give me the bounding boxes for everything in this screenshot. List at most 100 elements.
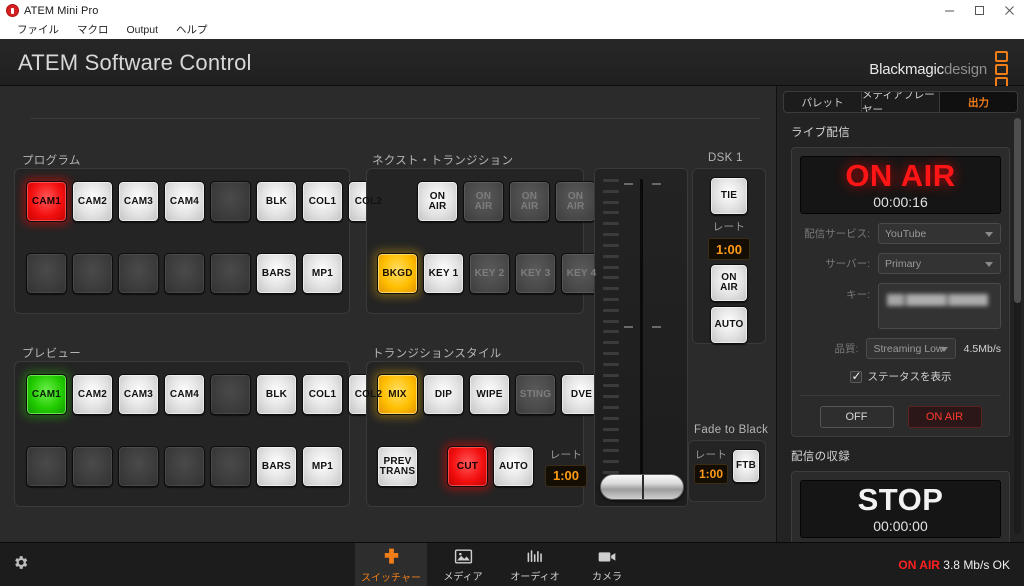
transition-style-button-1-label: MIX bbox=[388, 388, 407, 400]
tab-output[interactable]: 出力 bbox=[940, 92, 1017, 112]
preview-button-b-2 bbox=[72, 446, 113, 487]
preview-button-1[interactable]: CAM1 bbox=[26, 374, 67, 415]
next-transition-key-button-1[interactable]: BKGD bbox=[377, 253, 418, 294]
auto-button[interactable]: AUTO bbox=[493, 446, 534, 487]
maximize-icon[interactable] bbox=[964, 0, 994, 21]
server-row: サーバー: Primary bbox=[800, 253, 1001, 274]
dsk-auto-button[interactable]: AUTO bbox=[710, 306, 748, 344]
program-button-4[interactable]: CAM4 bbox=[164, 181, 205, 222]
preview-button-6[interactable]: BLK bbox=[256, 374, 297, 415]
prev-trans-button[interactable]: PREV TRANS bbox=[377, 446, 418, 487]
stream-key-input[interactable] bbox=[878, 283, 1001, 329]
menu-item-help[interactable]: ヘルプ bbox=[167, 21, 217, 39]
scrollbar-thumb[interactable] bbox=[1014, 118, 1021, 303]
status-bitrate: 3.8 Mb/s OK bbox=[943, 558, 1010, 572]
ftb-section-label: Fade to Black bbox=[694, 424, 769, 436]
next-transition-onair-button-2[interactable]: ON AIR bbox=[463, 181, 504, 222]
menu-item-output[interactable]: Output bbox=[118, 21, 168, 39]
chevron-down-icon bbox=[985, 232, 993, 237]
transition-style-button-1[interactable]: MIX bbox=[377, 374, 418, 415]
dsk-onair-button[interactable]: ON AIR bbox=[710, 264, 748, 302]
program-button-b-1 bbox=[26, 253, 67, 294]
preview-button-4[interactable]: CAM4 bbox=[164, 374, 205, 415]
dsk-rate-value[interactable]: 1:00 bbox=[708, 238, 750, 260]
minimize-icon[interactable] bbox=[934, 0, 964, 21]
show-status-row[interactable]: ステータスを表示 bbox=[800, 369, 1001, 384]
program-button-7[interactable]: COL1 bbox=[302, 181, 343, 222]
show-status-checkbox[interactable] bbox=[849, 369, 862, 383]
record-status-text: STOP bbox=[857, 482, 944, 517]
preview-button-7[interactable]: COL1 bbox=[302, 374, 343, 415]
program-button-3[interactable]: CAM3 bbox=[118, 181, 159, 222]
gear-icon[interactable] bbox=[12, 554, 29, 576]
program-section-label: プログラム bbox=[22, 155, 81, 167]
live-stream-title: ライブ配信 bbox=[791, 127, 850, 139]
preview-button-b-5 bbox=[210, 446, 251, 487]
stream-off-button[interactable]: OFF bbox=[819, 406, 894, 428]
nav-tab-camera[interactable]: カメラ bbox=[571, 543, 643, 586]
program-row-1: CAM1 CAM2 CAM3 CAM4 BLK COL1 COL2 bbox=[26, 181, 389, 222]
cut-button[interactable]: CUT bbox=[447, 446, 488, 487]
preview-button-b-6[interactable]: BARS bbox=[256, 446, 297, 487]
fader-tick bbox=[603, 362, 619, 366]
ftb-rate-value[interactable]: 1:00 bbox=[694, 464, 728, 484]
nav-tab-media[interactable]: メディア bbox=[427, 543, 499, 586]
tab-media-player[interactable]: メディアプレーヤー bbox=[862, 92, 940, 112]
transition-fader[interactable] bbox=[594, 168, 688, 507]
program-button-2[interactable]: CAM2 bbox=[72, 181, 113, 222]
next-transition-key-row: BKGD KEY 1 KEY 2 KEY 3 KEY 4 bbox=[377, 253, 602, 294]
audio-icon bbox=[526, 548, 545, 565]
next-transition-key-button-2-label: KEY 1 bbox=[428, 267, 459, 279]
program-button-b-7[interactable]: MP1 bbox=[302, 253, 343, 294]
tab-palette[interactable]: パレット bbox=[784, 92, 862, 112]
chevron-down-icon bbox=[939, 347, 948, 352]
nav-tab-switcher-label: スイッチャー bbox=[361, 572, 421, 584]
program-row-2: BARS MP1 bbox=[26, 253, 343, 294]
server-select[interactable]: Primary bbox=[878, 253, 1001, 274]
program-button-1[interactable]: CAM1 bbox=[26, 181, 67, 222]
nav-tab-switcher[interactable]: スイッチャー bbox=[355, 543, 427, 586]
next-transition-key-button-4[interactable]: KEY 3 bbox=[515, 253, 556, 294]
fader-tick bbox=[603, 352, 619, 355]
next-transition-panel: ON AIR ON AIR ON AIR ON AIR BKGD KEY 1 KEY 2 KEY 3… bbox=[366, 168, 602, 314]
next-transition-key-button-2[interactable]: KEY 1 bbox=[423, 253, 464, 294]
next-transition-onair-button-1[interactable]: ON AIR bbox=[417, 181, 458, 222]
program-button-b-4 bbox=[164, 253, 205, 294]
menu-item-macro[interactable]: マクロ bbox=[68, 21, 118, 39]
side-panel-scrollbar[interactable] bbox=[1014, 118, 1021, 534]
transition-style-button-2-label: DIP bbox=[434, 388, 453, 400]
program-button-b-6[interactable]: BARS bbox=[256, 253, 297, 294]
fader-handle[interactable] bbox=[600, 474, 684, 500]
preview-button-3[interactable]: CAM3 bbox=[118, 374, 159, 415]
switcher-main-area: プログラム CAM1 CAM2 CAM3 CAM4 BLK COL1 COL2 BARS MP… bbox=[0, 86, 776, 542]
ftb-button[interactable]: FTB bbox=[732, 448, 760, 483]
transition-style-button-4[interactable]: STING bbox=[515, 374, 556, 415]
preview-button-2[interactable]: CAM2 bbox=[72, 374, 113, 415]
fader-tick bbox=[603, 449, 619, 453]
transition-rate-label: レート bbox=[549, 448, 583, 461]
next-transition-onair-button-3[interactable]: ON AIR bbox=[509, 181, 550, 222]
transition-style-button-4-label: STING bbox=[519, 388, 552, 400]
preview-button-b-7-label: MP1 bbox=[311, 460, 334, 472]
nav-tab-media-label: メディア bbox=[443, 571, 483, 583]
live-stream-buttons: OFF ON AIR bbox=[800, 406, 1001, 428]
transition-style-button-2[interactable]: DIP bbox=[423, 374, 464, 415]
program-button-6[interactable]: BLK bbox=[256, 181, 297, 222]
transition-rate-value[interactable]: 1:00 bbox=[545, 464, 587, 487]
quality-select[interactable]: Streaming Low bbox=[866, 338, 956, 359]
fader-tick bbox=[603, 460, 619, 464]
record-title: 配信の収録 bbox=[791, 451, 850, 463]
next-transition-onair-button-4[interactable]: ON AIR bbox=[555, 181, 596, 222]
streaming-service-select[interactable]: YouTube bbox=[878, 223, 1001, 244]
record-card: STOP 00:00:00 bbox=[791, 471, 1010, 547]
next-transition-key-button-3[interactable]: KEY 2 bbox=[469, 253, 510, 294]
dsk-tie-button[interactable]: TIE bbox=[710, 177, 748, 215]
menu-item-file[interactable]: ファイル bbox=[8, 21, 68, 39]
quality-label: 品質: bbox=[834, 343, 859, 355]
nav-tab-audio[interactable]: オーディオ bbox=[499, 543, 571, 586]
transition-style-button-3[interactable]: WIPE bbox=[469, 374, 510, 415]
preview-button-b-7[interactable]: MP1 bbox=[302, 446, 343, 487]
show-status-label: ステータスを表示 bbox=[867, 371, 952, 383]
close-icon[interactable] bbox=[994, 0, 1024, 21]
stream-onair-button[interactable]: ON AIR bbox=[907, 406, 982, 428]
